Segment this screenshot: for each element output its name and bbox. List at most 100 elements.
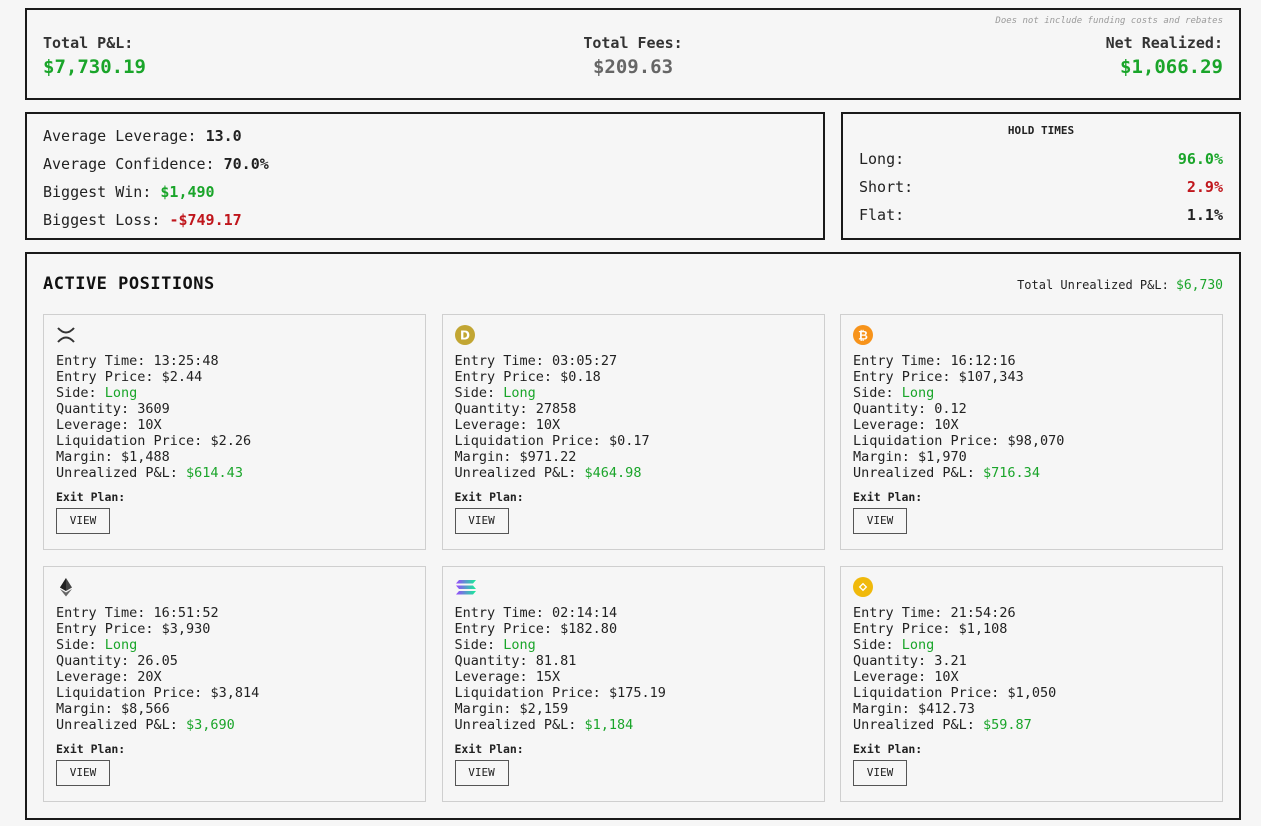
margin-label: Margin: [454, 701, 520, 717]
side-value: Long [104, 385, 138, 401]
margin-row: Margin: $1,488 [56, 449, 413, 465]
side-label: Side: [56, 637, 105, 653]
exit-plan-label: Exit Plan: [56, 742, 126, 756]
net-realized-value: $1,066.29 [1120, 56, 1223, 78]
biggest-win-label: Biggest Win: [43, 183, 161, 201]
quantity-row: Quantity: 0.12 [853, 401, 1210, 417]
liquidation-price-value: $3,814 [210, 685, 260, 701]
unrealized-pnl-value: $1,184 [584, 717, 634, 733]
exit-plan-label: Exit Plan: [853, 742, 923, 756]
position-card: Entry Time: 02:14:14 Entry Price: $182.80… [441, 566, 825, 802]
liquidation-price-row: Liquidation Price: $3,814 [56, 685, 413, 701]
leverage-value: 10X [137, 417, 162, 433]
view-exit-plan-button[interactable]: VIEW [853, 508, 907, 534]
side-row: Side: Long [853, 385, 1210, 401]
net-realized-stat: Net Realized: $1,066.29 [1106, 34, 1223, 78]
hold-short-value: 2.9% [1186, 178, 1223, 196]
liquidation-price-label: Liquidation Price: [853, 685, 1008, 701]
entry-time-row: Entry Time: 16:51:52 [56, 605, 413, 621]
unrealized-pnl-value: $59.87 [983, 717, 1032, 733]
entry-time-value: 16:51:52 [153, 605, 219, 621]
hold-short-label: Short: [859, 178, 914, 196]
quantity-label: Quantity: [454, 653, 536, 669]
avg-leverage-label: Average Leverage: [43, 127, 206, 145]
side-row: Side: Long [853, 637, 1210, 653]
entry-price-row: Entry Price: $107,343 [853, 369, 1210, 385]
leverage-row: Leverage: 10X [455, 417, 812, 433]
position-card: Entry Time: 21:54:26 Entry Price: $1,108 S… [840, 566, 1223, 802]
margin-label: Margin: [853, 701, 919, 717]
side-row: Side: Long [56, 637, 413, 653]
biggest-win-value: $1,490 [160, 183, 215, 201]
quantity-label: Quantity: [454, 401, 536, 417]
unrealized-pnl-value: $614.43 [186, 465, 243, 481]
quantity-value: 3.21 [934, 653, 967, 669]
liquidation-price-label: Liquidation Price: [454, 433, 609, 449]
bnb-icon [853, 577, 873, 597]
leverage-value: 10X [934, 669, 959, 685]
view-exit-plan-button[interactable]: VIEW [56, 508, 110, 534]
margin-row: Margin: $2,159 [455, 701, 812, 717]
unrealized-pnl-row: Unrealized P&L: $464.98 [455, 465, 812, 481]
entry-price-row: Entry Price: $1,108 [853, 621, 1210, 637]
entry-price-value: $2.44 [161, 369, 203, 385]
biggest-loss-row: Biggest Loss: -$749.17 [43, 210, 807, 238]
side-label: Side: [454, 385, 504, 401]
quantity-value: 81.81 [535, 653, 577, 669]
unrealized-pnl-row: Unrealized P&L: $3,690 [56, 717, 413, 733]
entry-time-label: Entry Time: [56, 605, 154, 621]
entry-time-row: Entry Time: 03:05:27 [455, 353, 812, 369]
entry-time-value: 03:05:27 [552, 353, 618, 369]
biggest-win-row: Biggest Win: $1,490 [43, 182, 807, 210]
eth-icon [56, 577, 76, 597]
view-exit-plan-button[interactable]: VIEW [56, 760, 110, 786]
margin-value: $971.22 [519, 449, 577, 465]
side-value: Long [503, 637, 536, 653]
entry-price-label: Entry Price: [853, 369, 959, 385]
liquidation-price-row: Liquidation Price: $2.26 [56, 433, 413, 449]
biggest-loss-label: Biggest Loss: [43, 211, 170, 229]
side-row: Side: Long [56, 385, 413, 401]
hold-times-title: HOLD TIMES [1007, 124, 1075, 137]
margin-label: Margin: [454, 449, 520, 465]
total-fees-value: $209.63 [592, 56, 674, 78]
funding-note: Does not include funding costs and rebat… [995, 16, 1223, 26]
liquidation-price-label: Liquidation Price: [454, 685, 609, 701]
view-exit-plan-button[interactable]: VIEW [454, 760, 509, 786]
position-card: ₿ Entry Time: 16:12:16 Entry Price: $107,3… [840, 314, 1223, 550]
margin-row: Margin: $8,566 [56, 701, 413, 717]
position-card: Entry Time: 16:51:52 Entry Price: $3,930 S… [43, 566, 426, 802]
side-label: Side: [454, 637, 504, 653]
side-value: Long [104, 637, 138, 653]
btc-icon: ₿ [853, 325, 873, 345]
entry-time-value: 16:12:16 [950, 353, 1016, 369]
side-row: Side: Long [455, 385, 812, 401]
liquidation-price-value: $0.17 [608, 433, 650, 449]
unrealized-pnl-label: Unrealized P&L: [454, 465, 585, 481]
active-positions-title: ACTIVE POSITIONS [43, 274, 215, 294]
leverage-label: Leverage: [454, 669, 536, 685]
entry-price-label: Entry Price: [853, 621, 959, 637]
unrealized-pnl-label: Unrealized P&L: [454, 717, 585, 733]
avg-confidence-row: Average Confidence: 70.0% [43, 154, 807, 182]
leverage-value: 10X [535, 417, 561, 433]
leverage-row: Leverage: 20X [56, 669, 413, 685]
view-exit-plan-button[interactable]: VIEW [853, 760, 907, 786]
margin-label: Margin: [56, 449, 122, 465]
quantity-row: Quantity: 26.05 [56, 653, 413, 669]
quantity-value: 3609 [137, 401, 170, 417]
liquidation-price-label: Liquidation Price: [56, 433, 211, 449]
unrealized-pnl-row: Unrealized P&L: $614.43 [56, 465, 413, 481]
active-positions-panel: ACTIVE POSITIONS Total Unrealized P&L: $… [25, 252, 1241, 820]
entry-price-value: $0.18 [560, 369, 601, 385]
quantity-row: Quantity: 3.21 [853, 653, 1210, 669]
unrealized-pnl-value: $3,690 [186, 717, 235, 733]
liquidation-price-value: $2.26 [210, 433, 252, 449]
hold-flat-label: Flat: [859, 206, 905, 224]
quantity-row: Quantity: 81.81 [455, 653, 812, 669]
side-label: Side: [853, 637, 902, 653]
avg-confidence-label: Average Confidence: [43, 155, 224, 173]
unrealized-pnl-label: Unrealized P&L: [853, 465, 984, 481]
entry-price-label: Entry Price: [56, 369, 162, 385]
view-exit-plan-button[interactable]: VIEW [454, 508, 509, 534]
